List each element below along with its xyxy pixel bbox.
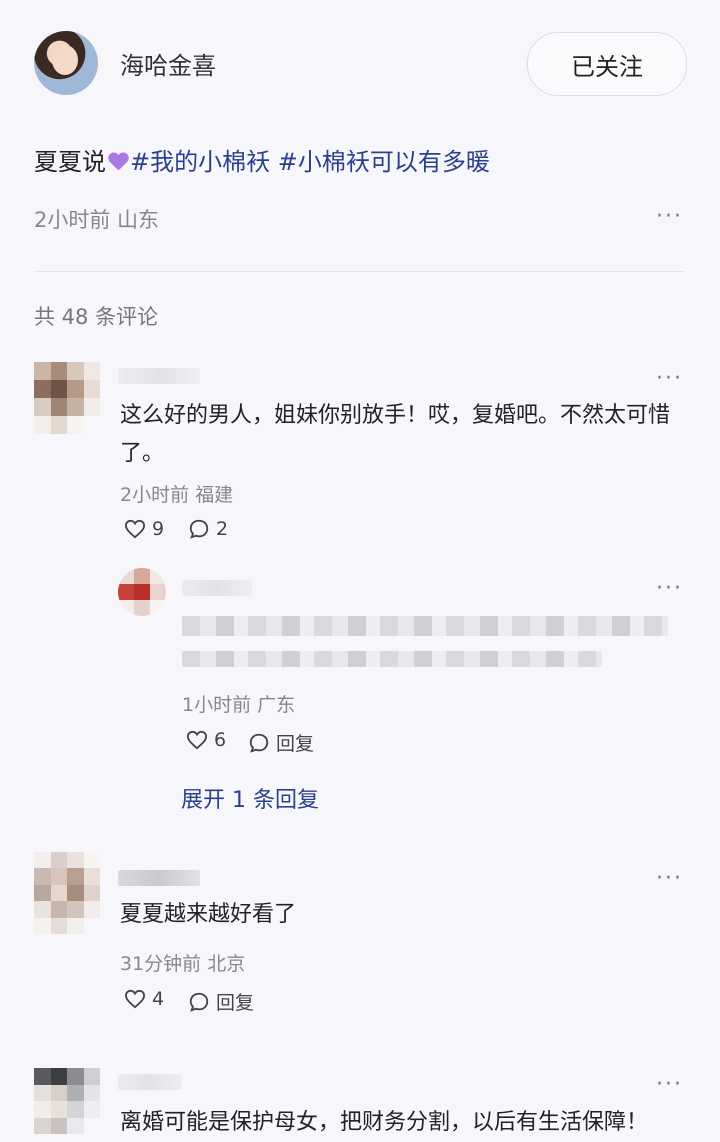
reply-text-blurred [182,651,602,667]
commenter-name-blurred[interactable] [118,368,200,384]
author-avatar[interactable] [34,31,98,95]
comment-more-button[interactable]: ··· [656,866,683,891]
comment-bubble-icon [189,519,209,539]
commenter-avatar[interactable] [34,362,100,434]
author-name[interactable]: 海哈金喜 [120,46,216,81]
post-text-prefix: 夏夏说 [34,148,106,176]
reply-time-location: 1小时前 广东 [182,694,296,716]
post-more-button[interactable]: ··· [656,204,683,229]
reply-like-count: 6 [214,729,227,751]
reply-button[interactable]: 回复 [188,988,254,1015]
follow-button[interactable]: 已关注 [527,32,687,96]
comment-bubble-icon [249,733,269,753]
like-button[interactable]: 4 [124,988,164,1010]
like-button[interactable]: 9 [124,518,164,540]
commenter-name-blurred[interactable] [118,1074,182,1090]
like-count: 9 [152,518,165,540]
comment-text: 夏夏越来越好看了 [120,902,297,927]
comment-text: 这么好的男人，姐妹你别放手！哎，复婚吧。不然太可惜了。 [120,403,671,466]
comment-time-location: 31分钟前 北京 [120,953,246,975]
comment-count: 共 48 条评论 [34,305,159,329]
commenter-avatar[interactable] [34,852,100,934]
hashtag-link[interactable]: #小棉袄可以有多暖 [278,148,490,176]
commenter-avatar[interactable] [34,1068,100,1134]
post-text: 夏夏说 #我的小棉袄 #小棉袄可以有多暖 [34,142,490,177]
reply-label: 回复 [216,992,255,1014]
reply-count: 2 [216,518,229,540]
expand-replies-link[interactable]: 展开 1 条回复 [181,782,319,814]
replier-name-blurred[interactable] [182,580,252,596]
post-time-location: 2小时前 山东 [34,208,160,232]
reply-label: 回复 [276,733,315,755]
divider [34,271,685,272]
reply-text-blurred [182,616,668,636]
heart-icon [186,730,208,750]
purple-heart-icon [108,153,128,171]
hashtag-link[interactable]: #我的小棉袄 [130,148,270,176]
like-count: 4 [152,988,165,1010]
reply-count-button[interactable]: 2 [188,518,228,540]
replier-avatar[interactable] [118,568,166,616]
commenter-name-blurred[interactable] [118,870,200,886]
comment-bubble-icon [189,992,209,1012]
heart-icon [124,989,146,1009]
comment-more-button[interactable]: ··· [656,366,683,391]
reply-button[interactable]: 回复 [248,729,314,756]
comment-time-location: 2小时前 福建 [120,484,234,506]
reply-more-button[interactable]: ··· [656,576,683,601]
comment-more-button[interactable]: ··· [656,1072,683,1097]
comment-text: 离婚可能是保护母女，把财务分割，以后有生活保障！ [120,1110,649,1135]
reply-like-button[interactable]: 6 [186,729,226,751]
heart-icon [124,519,146,539]
